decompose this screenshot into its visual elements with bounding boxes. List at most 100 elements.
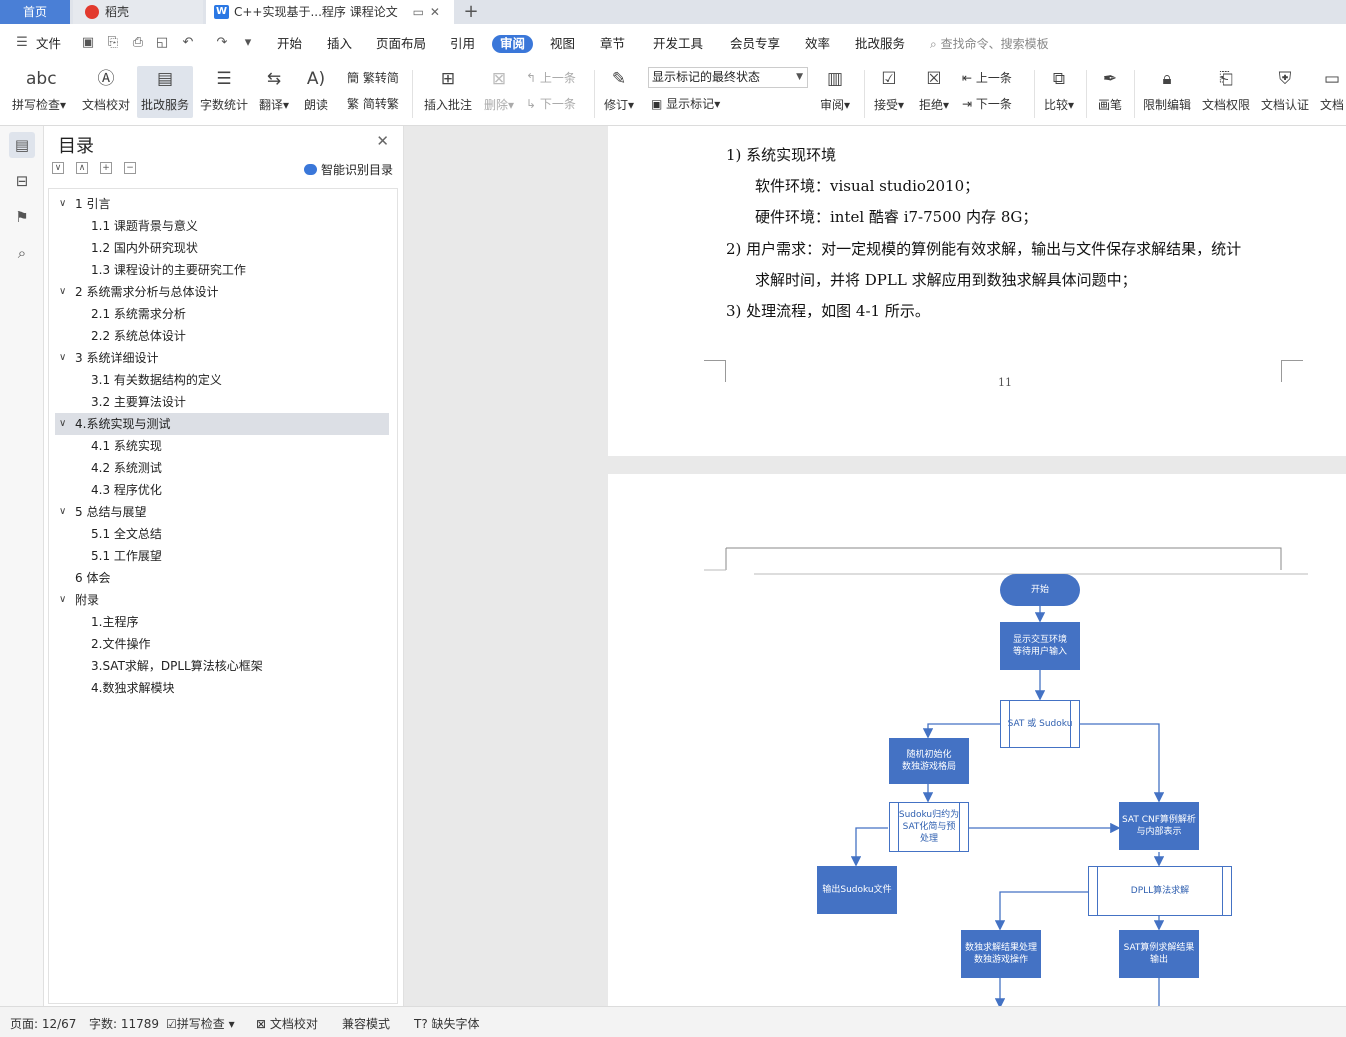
toc-item[interactable]: 1.主程序: [49, 611, 397, 633]
document-area[interactable]: 1) 系统实现环境 软件环境：visual studio2010； 硬件环境：i…: [404, 126, 1346, 1006]
menu-correction-service[interactable]: 批改服务: [855, 35, 905, 53]
tab-close-icon[interactable]: ▭✕: [413, 0, 446, 24]
show-markup-button[interactable]: ▣ 显示标记▾: [651, 94, 720, 114]
toc-item[interactable]: 4.1 系统实现: [49, 435, 397, 457]
status-spell-check[interactable]: ☑拼写检查 ▾: [166, 1015, 235, 1032]
word-count-button[interactable]: ☰ 字数统计: [197, 66, 251, 118]
toc-item[interactable]: 5.1 工作展望: [49, 545, 397, 567]
doc-more-button[interactable]: ▭ 文档: [1318, 66, 1346, 118]
export-pdf-icon[interactable]: ⎘: [105, 35, 121, 51]
chapter-nav-icon[interactable]: ⊟: [9, 168, 35, 194]
markup-state-select[interactable]: 显示标记的最终状态 ▼: [648, 67, 808, 88]
undo-icon[interactable]: ↶: [180, 35, 196, 51]
new-tab-button[interactable]: +: [460, 0, 482, 24]
toc-item[interactable]: 1.3 课程设计的主要研究工作: [49, 259, 397, 281]
menu-efficiency[interactable]: 效率: [805, 35, 830, 53]
toc-item[interactable]: 5.1 全文总结: [49, 523, 397, 545]
collapse-all-icon[interactable]: ∧: [76, 162, 88, 174]
status-doc-check[interactable]: ⊠ 文档校对: [256, 1015, 318, 1032]
simplified-to-traditional-button[interactable]: 繁 简转繁: [347, 94, 399, 114]
reject-button[interactable]: ☒ 拒绝▾: [915, 66, 953, 118]
tab-home[interactable]: 首页: [0, 0, 70, 24]
toc-pane-icon[interactable]: ▤: [9, 132, 35, 158]
missing-font[interactable]: T? 缺失字体: [414, 1015, 480, 1032]
toc-item[interactable]: 3.1 有关数据结构的定义: [49, 369, 397, 391]
menu-reference[interactable]: 引用: [450, 35, 475, 53]
chevron-down-icon[interactable]: ∨: [59, 589, 66, 611]
review-service-button[interactable]: ▤ 批改服务: [137, 66, 193, 118]
toc-item[interactable]: ∨ 1 引言: [49, 193, 397, 215]
chevron-down-icon[interactable]: ∨: [59, 347, 66, 369]
toc-item[interactable]: 3.SAT求解，DPLL算法核心框架: [49, 655, 397, 677]
doc-check-button[interactable]: Ⓐ 文档校对: [78, 66, 134, 118]
toc-item[interactable]: ∨ 2 系统需求分析与总体设计: [49, 281, 397, 303]
next-change-button[interactable]: ⇥ 下一条: [962, 94, 1012, 114]
toc-item[interactable]: ∨ 附录: [49, 589, 397, 611]
toc-item[interactable]: 4.2 系统测试: [49, 457, 397, 479]
page-indicator[interactable]: 页面: 12/67: [10, 1015, 76, 1032]
menu-developer[interactable]: 开发工具: [653, 35, 703, 53]
menu-page-layout[interactable]: 页面布局: [376, 35, 426, 53]
toc-item[interactable]: 1.1 课题背景与意义: [49, 215, 397, 237]
toc-item[interactable]: ∨ 4.系统实现与测试: [55, 413, 389, 435]
pen-button[interactable]: ✒ 画笔: [1092, 66, 1128, 118]
toc-item[interactable]: 6 体会: [49, 567, 397, 589]
toc-item[interactable]: 2.1 系统需求分析: [49, 303, 397, 325]
accept-button[interactable]: ☑ 接受▾: [870, 66, 908, 118]
menu-file[interactable]: 文件: [36, 35, 61, 53]
chevron-down-icon[interactable]: ∨: [59, 281, 66, 303]
menu-chapter[interactable]: 章节: [600, 35, 625, 53]
bookmark-icon[interactable]: ⚑: [9, 204, 35, 230]
spell-check-button[interactable]: abc 拼写检查▾: [8, 66, 70, 118]
chevron-down-icon[interactable]: ∨: [59, 413, 66, 435]
hamburger-menu-icon[interactable]: ☰: [14, 35, 30, 51]
compare-button[interactable]: ⧉ 比较▾: [1040, 66, 1078, 118]
doc-permission-button[interactable]: ⎗ 文档权限: [1199, 66, 1253, 118]
toc-item[interactable]: 2.文件操作: [49, 633, 397, 655]
close-icon[interactable]: ✕: [376, 132, 389, 150]
prev-comment-button[interactable]: ↰ 上一条: [526, 68, 576, 88]
document-page[interactable]: 1) 系统实现环境 软件环境：visual studio2010； 硬件环境：i…: [608, 126, 1346, 456]
menu-insert[interactable]: 插入: [327, 35, 352, 53]
toc-item[interactable]: 2.2 系统总体设计: [49, 325, 397, 347]
chevron-down-icon[interactable]: ∨: [59, 501, 66, 523]
print-preview-icon[interactable]: ◱: [154, 35, 170, 51]
toc-item[interactable]: 1.2 国内外研究现状: [49, 237, 397, 259]
review-pane-button[interactable]: ▥ 审阅▾: [815, 66, 855, 118]
insert-comment-button[interactable]: ⊞ 插入批注: [420, 66, 476, 118]
compat-mode[interactable]: 兼容模式: [342, 1015, 390, 1032]
quick-access-dropdown-icon[interactable]: ▾: [240, 35, 256, 51]
remove-heading-icon[interactable]: −: [124, 162, 136, 174]
word-count-indicator[interactable]: 字数: 11789: [89, 1015, 159, 1032]
add-heading-icon[interactable]: +: [100, 162, 112, 174]
document-page[interactable]: 开始 显示交互环境 等待用户输入 SAT 或 Sudoku 随机初始化 数独游戏…: [608, 474, 1346, 1006]
tab-document[interactable]: W C++实现基于...程序 课程论文 ▭✕: [206, 0, 454, 24]
toc-item[interactable]: 4.数独求解模块: [49, 677, 397, 699]
menu-view[interactable]: 视图: [550, 35, 575, 53]
restrict-editing-button[interactable]: 🔒︎ 限制编辑: [1140, 66, 1194, 118]
translate-button[interactable]: ⇆ 翻译▾: [256, 66, 292, 118]
command-search[interactable]: ⌕ 查找命令、搜索模板: [930, 35, 1049, 52]
doc-certify-button[interactable]: ⛨ 文档认证: [1258, 66, 1312, 118]
menu-start[interactable]: 开始: [277, 35, 302, 53]
tab-daoke[interactable]: 稻壳: [73, 0, 203, 24]
expand-all-icon[interactable]: ∨: [52, 162, 64, 174]
prev-change-button[interactable]: ⇤ 上一条: [962, 68, 1012, 88]
toc-item[interactable]: 3.2 主要算法设计: [49, 391, 397, 413]
toc-item[interactable]: 4.3 程序优化: [49, 479, 397, 501]
smart-toc-button[interactable]: 智能识别目录: [303, 161, 393, 178]
menu-review[interactable]: 审阅: [492, 35, 534, 53]
read-aloud-button[interactable]: A) 朗读: [298, 66, 334, 118]
next-comment-button[interactable]: ↳ 下一条: [526, 94, 576, 114]
track-changes-button[interactable]: ✎ 修订▾: [600, 66, 638, 118]
menu-member[interactable]: 会员专享: [730, 35, 780, 53]
save-icon[interactable]: ▣: [80, 35, 96, 51]
delete-comment-button[interactable]: ⊠ 删除▾: [480, 66, 518, 118]
traditional-to-simplified-button[interactable]: 簡 繁转简: [347, 68, 399, 88]
redo-icon[interactable]: ↷: [214, 35, 230, 51]
chevron-down-icon[interactable]: ∨: [59, 193, 66, 215]
toc-item[interactable]: ∨ 5 总结与展望: [49, 501, 397, 523]
find-icon[interactable]: ⌕: [9, 240, 35, 266]
print-icon[interactable]: ⎙: [130, 35, 146, 51]
toc-item[interactable]: ∨ 3 系统详细设计: [49, 347, 397, 369]
